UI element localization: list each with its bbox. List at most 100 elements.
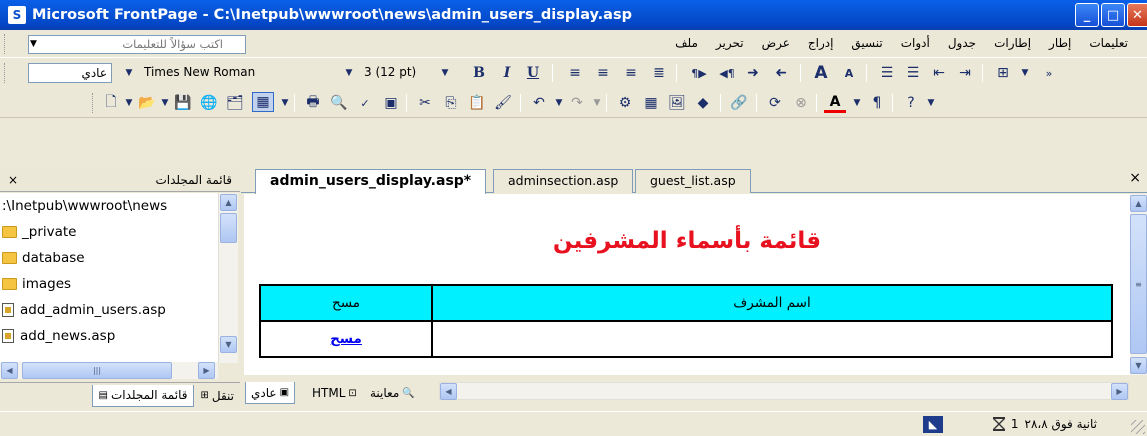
font-combo[interactable]: Times New Roman	[140, 63, 360, 83]
help-icon[interactable]: ?	[900, 93, 922, 113]
toolbar-grip[interactable]	[4, 63, 7, 83]
toolbar-overflow-icon[interactable]: »	[1038, 63, 1060, 83]
editor-vertical-scrollbar[interactable]: ▲ ≡ ▼	[1130, 194, 1147, 375]
justify-icon[interactable]: ≣	[648, 63, 670, 83]
font-color-dropdown-icon[interactable]: ▼	[846, 93, 868, 113]
scroll-up-icon[interactable]: ▲	[1130, 195, 1147, 212]
size-dropdown-icon[interactable]: ▼	[434, 63, 456, 83]
tab-folder-list[interactable]: قائمة المجلدات ▤	[91, 384, 195, 407]
drawing-icon[interactable]: ◆	[692, 93, 714, 113]
scroll-thumb[interactable]	[220, 213, 237, 243]
menu-table[interactable]: جدول	[939, 36, 985, 50]
show-formatting-icon[interactable]: ¶	[866, 93, 888, 113]
ask-dropdown-icon[interactable]: ▼	[30, 36, 37, 53]
undo-icon[interactable]: ↶	[528, 93, 550, 113]
paste-icon[interactable]: 📋	[466, 93, 488, 113]
minimize-button[interactable]: _	[1075, 3, 1099, 27]
align-left-icon[interactable]: ≡	[620, 63, 642, 83]
menu-insert[interactable]: إدراج	[799, 36, 843, 50]
insert-table-icon[interactable]: ▦	[640, 93, 662, 113]
align-right-icon[interactable]: ≡	[564, 63, 586, 83]
underline-button[interactable]: U	[522, 63, 544, 83]
ask-question-box[interactable]: ▼ اكتب سؤالاً للتعليمات	[28, 35, 246, 54]
numbered-list-icon[interactable]: ☰	[876, 63, 898, 83]
format-painter-icon[interactable]: 🖌	[492, 93, 514, 113]
arrow-left-icon[interactable]: ➜	[770, 63, 792, 83]
align-center-icon[interactable]: ≡	[592, 63, 614, 83]
increase-font-icon[interactable]: A	[810, 63, 832, 83]
ltr-paragraph-icon[interactable]: ¶▶	[688, 63, 710, 83]
admins-table[interactable]: اسم المشرف مسح مسح	[259, 284, 1113, 358]
editor-canvas[interactable]: قائمة بأسماء المشرفين اسم المشرف مسح مسح	[244, 194, 1130, 375]
decrease-font-icon[interactable]: A	[838, 63, 860, 83]
tab-html-view[interactable]: ⊡ HTML	[307, 382, 362, 404]
style-dropdown-icon[interactable]: ▼	[118, 63, 140, 83]
increase-indent-icon[interactable]: ⇥	[954, 63, 976, 83]
tab-normal-view[interactable]: ▣ عادي	[245, 382, 296, 404]
cut-icon[interactable]: ✂	[414, 93, 436, 113]
folder-tree-vertical-scrollbar[interactable]: ▲ ▼	[218, 193, 238, 363]
toolbar-grip[interactable]	[92, 93, 95, 113]
scroll-left-icon[interactable]: ◀	[440, 383, 457, 400]
tab-guest-list[interactable]: guest_list.asp	[635, 169, 751, 193]
toggle-pane-icon[interactable]: ▦	[252, 92, 274, 112]
spelling-icon[interactable]: ✓	[354, 93, 376, 113]
close-document-button[interactable]: ×	[1129, 170, 1141, 186]
tree-item-add-admin-users[interactable]: add_admin_users.asp	[0, 297, 218, 323]
table-cell-delete[interactable]: مسح	[259, 320, 433, 358]
menu-help[interactable]: تعليمات	[1080, 36, 1137, 50]
menu-frame[interactable]: إطار	[1040, 36, 1080, 50]
close-button[interactable]: ✕	[1127, 3, 1147, 27]
scroll-thumb[interactable]: ≡	[1130, 214, 1147, 354]
scroll-right-icon[interactable]: ▶	[198, 362, 215, 379]
menu-tools[interactable]: أدوات	[892, 36, 939, 50]
folder-tree-horizontal-scrollbar[interactable]: ◀ ||| ▶	[0, 362, 218, 379]
tab-navigation[interactable]: تنقل ⊞	[194, 385, 240, 407]
refresh-icon[interactable]: ⟳	[764, 93, 786, 113]
help-dropdown-icon[interactable]: ▼	[920, 93, 942, 113]
web-component-icon[interactable]: ⚙	[614, 93, 636, 113]
font-color-icon[interactable]: A	[824, 93, 846, 113]
menu-edit[interactable]: تحرير	[707, 36, 753, 50]
folder-panel-close-button[interactable]: ×	[8, 173, 18, 187]
tab-preview-view[interactable]: 🔍 معاينة	[365, 382, 420, 404]
insert-picture-icon[interactable]: 🖼	[666, 93, 688, 113]
border-dropdown-icon[interactable]: ▼	[1014, 63, 1036, 83]
toggle-pane-dropdown-icon[interactable]: ▼	[274, 93, 296, 113]
style-combo[interactable]: عادي	[28, 63, 112, 83]
tab-admin-users-display[interactable]: admin_users_display.asp*	[255, 169, 487, 194]
stop-icon[interactable]: ⊗	[790, 93, 812, 113]
copy-icon[interactable]: ⎘	[440, 93, 462, 113]
frontpage-app-icon[interactable]: S	[8, 6, 26, 24]
toolbar-grip[interactable]	[4, 34, 7, 54]
italic-button[interactable]: I	[496, 63, 518, 83]
tab-adminsection[interactable]: adminsection.asp	[493, 169, 634, 193]
arrow-right-icon[interactable]: ➜	[742, 63, 764, 83]
scroll-down-icon[interactable]: ▼	[1130, 357, 1147, 374]
column-header-delete[interactable]: مسح	[259, 284, 433, 322]
size-combo[interactable]: 3 (12 pt)	[360, 63, 440, 83]
border-icon[interactable]: ⊞	[992, 63, 1014, 83]
resize-grip-icon[interactable]	[1131, 420, 1145, 434]
redo-icon[interactable]: ↷	[566, 93, 588, 113]
menu-view[interactable]: عرض	[753, 36, 799, 50]
rtl-paragraph-icon[interactable]: ◀¶	[716, 63, 738, 83]
horizontal-scroll-thumb[interactable]: |||	[22, 362, 172, 379]
scroll-down-icon[interactable]: ▼	[220, 336, 237, 353]
maximize-button[interactable]: □	[1101, 3, 1125, 27]
scroll-up-icon[interactable]: ▲	[220, 194, 237, 211]
bold-button[interactable]: B	[468, 63, 490, 83]
tree-root-path[interactable]: :\Inetpub\wwwroot\news	[0, 193, 218, 219]
tree-item-images[interactable]: images	[0, 271, 218, 297]
tree-item-add-news[interactable]: add_news.asp	[0, 323, 218, 349]
preview-browser-icon[interactable]: 🔍	[328, 93, 350, 113]
save-icon[interactable]: 💾	[172, 93, 194, 113]
scroll-right-icon[interactable]: ▶	[1111, 383, 1128, 400]
column-header-admin-name[interactable]: اسم المشرف	[431, 284, 1113, 322]
redo-dropdown-icon[interactable]: ▼	[586, 93, 608, 113]
delete-link[interactable]: مسح	[330, 331, 362, 347]
folder-list-icon[interactable]: 🗂	[224, 93, 246, 113]
menu-file[interactable]: ملف	[666, 36, 707, 50]
print-icon[interactable]: 🖶	[302, 93, 324, 113]
menu-frames[interactable]: إطارات	[985, 36, 1040, 50]
